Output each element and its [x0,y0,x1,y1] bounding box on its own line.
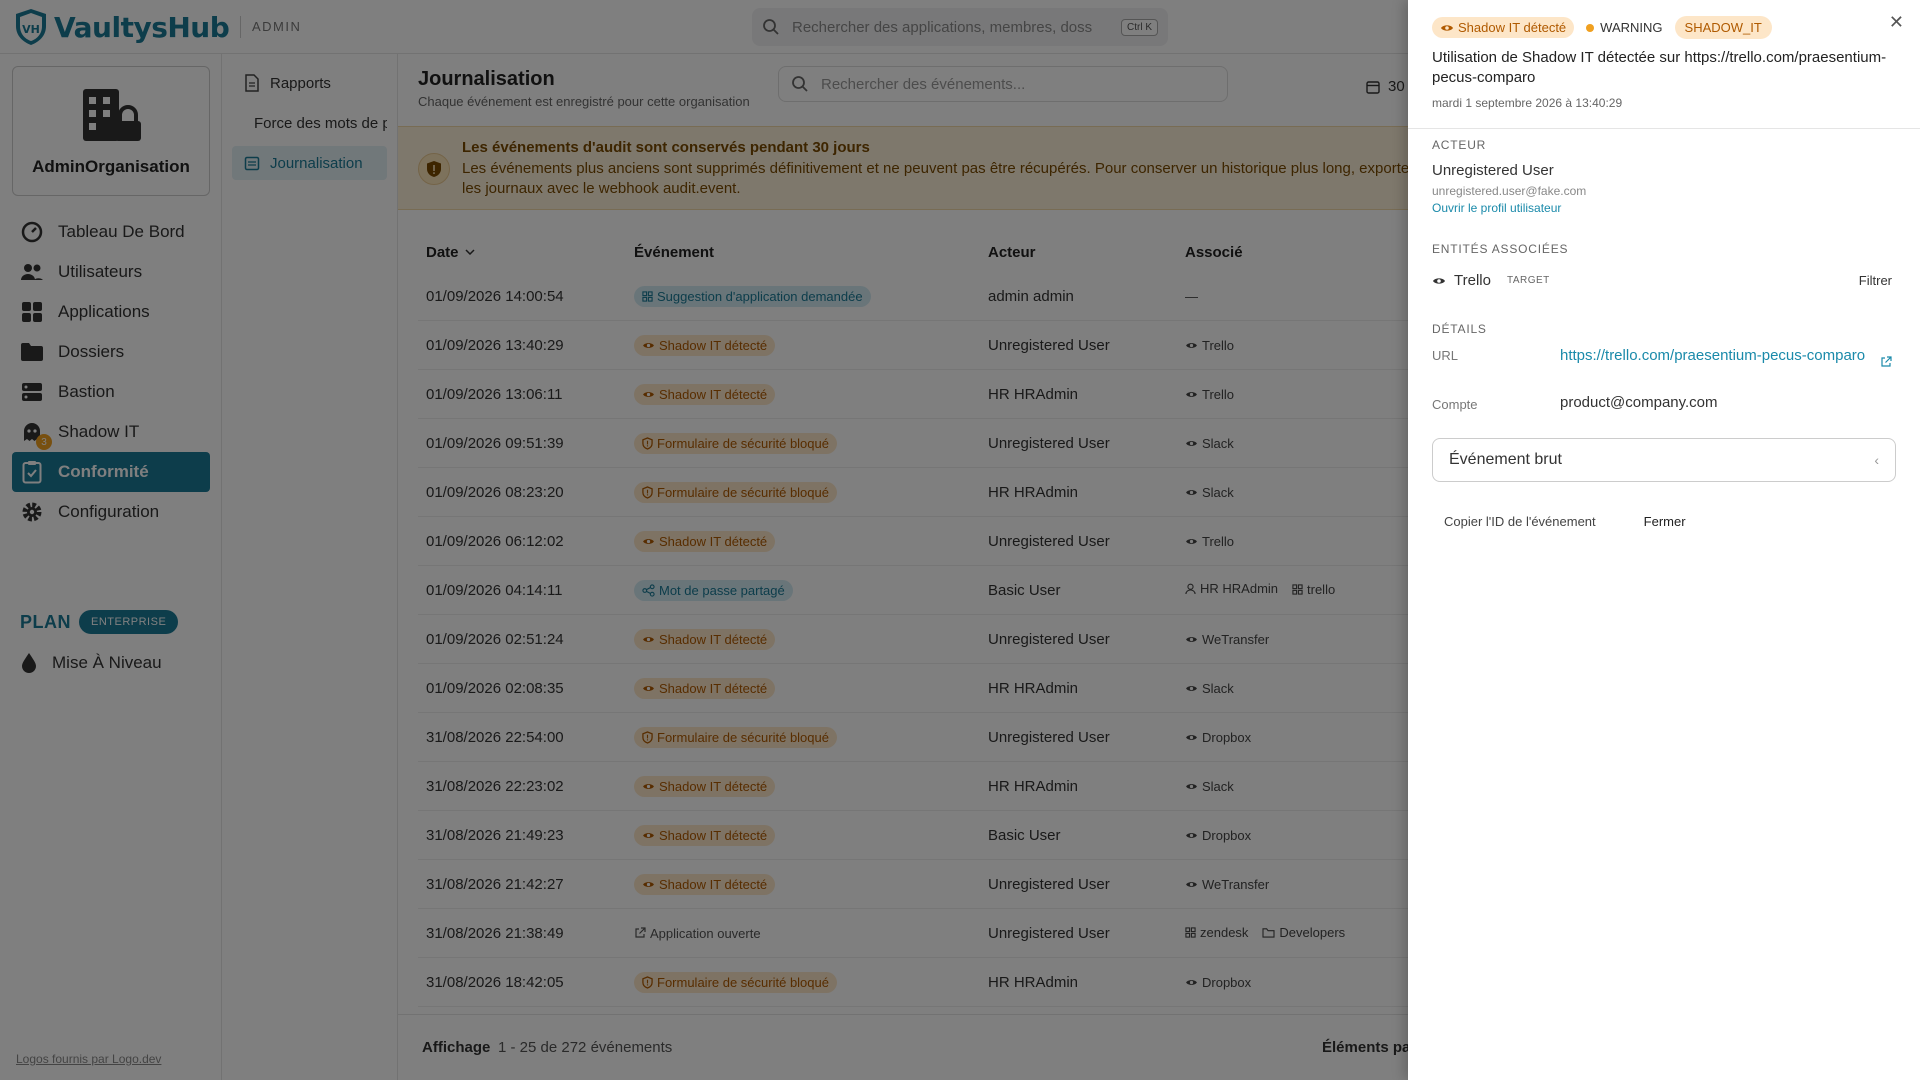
associated-entity-row: Trello TARGET Filtrer [1432,272,1892,289]
account-value: product@company.com [1560,394,1718,411]
url-key: URL [1432,348,1459,363]
event-type-badge: Shadow IT détecté [1432,17,1575,38]
external-link-icon[interactable] [1880,356,1892,368]
entity-name: Trello [1454,272,1491,289]
divider [1408,128,1920,129]
open-user-profile-link[interactable]: Ouvrir le profil utilisateur [1432,201,1561,215]
raw-event-label: Événement brut [1449,451,1562,468]
eye-icon [1433,277,1445,284]
actor-name: Unregistered User [1432,162,1554,179]
url-link[interactable]: https://trello.com/praesentium-pecus-com… [1560,346,1880,366]
severity-label: WARNING [1600,20,1663,35]
actor-section-label: ACTEUR [1432,138,1487,152]
actor-email: unregistered.user@fake.com [1432,184,1587,198]
filter-entity-button[interactable]: Filtrer [1859,273,1892,288]
close-button[interactable]: Fermer [1632,510,1698,533]
close-icon[interactable]: ✕ [1889,12,1904,33]
severity-badge: WARNING [1586,20,1663,35]
drawer-actions: Copier l'ID de l'événement Fermer [1432,510,1698,533]
entity-role-tag: TARGET [1506,275,1550,286]
event-type-label: Shadow IT détecté [1458,20,1567,35]
event-badges: Shadow IT détecté WARNING SHADOW_IT [1432,16,1772,39]
eye-icon [1441,24,1453,31]
account-key: Compte [1432,397,1478,412]
event-detail-drawer: ✕ Shadow IT détecté WARNING SHADOW_IT Ut… [1408,0,1920,1080]
details-section-label: DÉTAILS [1432,322,1487,336]
event-title: Utilisation de Shadow IT détectée sur ht… [1432,49,1887,86]
severity-dot [1586,23,1595,32]
raw-event-accordion[interactable]: Événement brut ‹ [1432,438,1896,482]
modal-backdrop[interactable] [0,0,1408,1080]
entities-section-label: ENTITÉS ASSOCIÉES [1432,242,1569,256]
copy-event-id-button[interactable]: Copier l'ID de l'événement [1432,510,1608,533]
event-code-badge: SHADOW_IT [1674,16,1772,39]
event-date: mardi 1 septembre 2026 à 13:40:29 [1432,96,1623,110]
chevron-left-icon: ‹ [1874,452,1879,468]
